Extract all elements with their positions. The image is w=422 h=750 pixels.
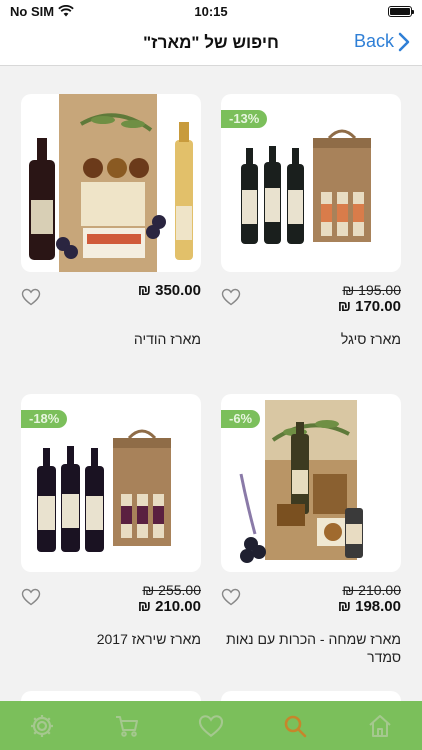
cart-icon xyxy=(115,715,138,737)
tab-settings[interactable] xyxy=(22,706,62,746)
product-name[interactable]: מארז שמחה - הכרות עם נאות סמדר xyxy=(221,630,401,666)
product-image[interactable]: -13% xyxy=(221,94,401,272)
price-row: ₪ 195.00 ₪ 170.00 xyxy=(221,282,401,318)
heart-icon[interactable] xyxy=(221,588,241,606)
battery-icon xyxy=(388,5,414,17)
product-image[interactable]: -18% xyxy=(21,394,201,572)
discount-badge: -18% xyxy=(21,410,68,428)
old-price: ₪ 255.00 xyxy=(142,582,201,598)
battery-level xyxy=(390,7,410,15)
nav-bar: חיפוש של "מארז" Back xyxy=(0,22,422,66)
back-button[interactable]: Back xyxy=(354,31,410,52)
home-icon xyxy=(369,714,391,737)
heart-icon[interactable] xyxy=(21,588,41,606)
discount-badge: -6% xyxy=(221,410,261,428)
tab-favorites[interactable] xyxy=(191,706,231,746)
old-price: ₪ 210.00 xyxy=(342,582,401,598)
gift-basket-image xyxy=(29,94,193,272)
status-left: No SIM xyxy=(10,4,150,19)
wifi-icon xyxy=(58,5,74,17)
product-name[interactable]: מארז הודיה xyxy=(21,330,201,348)
tab-home[interactable] xyxy=(360,706,400,746)
price: ₪ 198.00 xyxy=(337,598,401,615)
product-image[interactable]: -6% xyxy=(221,394,401,572)
price-row: ₪ 255.00 ₪ 210.00 xyxy=(21,582,201,618)
product-image[interactable] xyxy=(21,94,201,272)
status-bar: No SIM 10:15 xyxy=(0,0,422,22)
heart-icon[interactable] xyxy=(221,288,241,306)
product-name[interactable]: מארז סיגל xyxy=(221,330,401,348)
price-row: ₪ 210.00 ₪ 198.00 xyxy=(221,582,401,618)
heart-icon[interactable] xyxy=(21,288,41,306)
carrier-label: No SIM xyxy=(10,3,55,19)
status-time: 10:15 xyxy=(194,3,228,19)
product-card[interactable]: -6% ₪ 210.00 ₪ 198.00 מארז שמחה - הכרות … xyxy=(221,394,401,666)
status-right xyxy=(272,5,414,17)
product-name[interactable]: מארז שיראז 2017 xyxy=(21,630,201,648)
gear-icon xyxy=(31,714,54,737)
search-icon xyxy=(285,715,307,737)
price: ₪ 350.00 xyxy=(137,282,201,299)
product-card[interactable]: ₪ 350.00 מארז הודיה xyxy=(21,94,201,348)
product-card[interactable]: -13% ₪ 195.00 ₪ 170.00 מארז סיגל xyxy=(221,94,401,348)
tab-bar xyxy=(0,701,422,750)
product-card[interactable]: -18% ₪ 255.00 ₪ 210.00 מארז שיראז 2017 xyxy=(21,394,201,648)
price: ₪ 210.00 xyxy=(137,598,201,615)
product-card-partial[interactable] xyxy=(221,691,401,701)
price-row: ₪ 350.00 xyxy=(21,282,201,318)
price: ₪ 170.00 xyxy=(337,298,401,315)
tab-cart[interactable] xyxy=(107,706,147,746)
discount-badge: -13% xyxy=(221,110,268,128)
chevron-right-icon xyxy=(398,32,410,51)
tab-search[interactable] xyxy=(275,706,315,746)
product-grid[interactable]: -13% ₪ 195.00 ₪ 170.00 מארז סיגל ₪ 350.0… xyxy=(0,67,422,701)
old-price: ₪ 195.00 xyxy=(342,282,401,298)
product-card-partial[interactable] xyxy=(21,691,201,701)
back-label: Back xyxy=(353,31,394,51)
heart-icon xyxy=(198,714,224,737)
